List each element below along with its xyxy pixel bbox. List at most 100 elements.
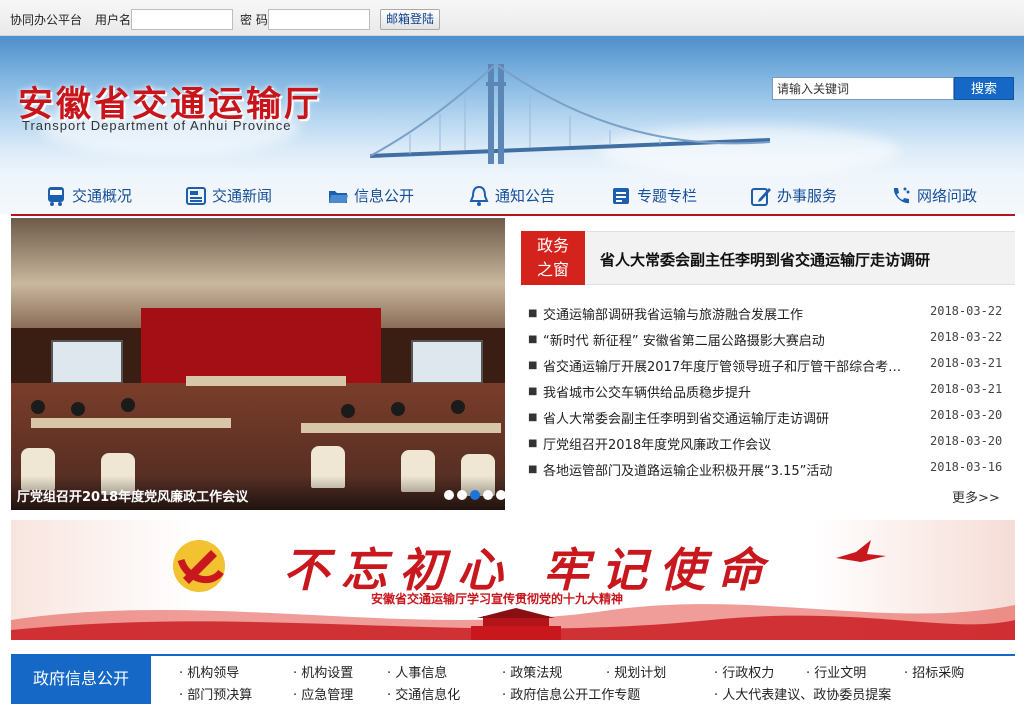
gov-link-label: 交通信息化	[395, 688, 461, 703]
username-label: 用户名	[95, 13, 132, 27]
newspaper-icon	[186, 187, 206, 205]
theme-banner[interactable]: 不忘初心 牢记使命 安徽省交通运输厅学习宣传贯彻党的十九大精神	[11, 520, 1015, 640]
slide-photo-screen	[51, 340, 123, 384]
bus-icon	[48, 187, 64, 206]
slide-photo-person	[451, 400, 465, 414]
bullet-icon: ■	[528, 386, 538, 397]
username-input[interactable]	[131, 9, 233, 30]
news-item[interactable]: ■ 省人大常委会副主任李明到省交通运输厅走访调研 2018-03-20	[528, 408, 1006, 428]
gov-link[interactable]: · 政府信息公开工作专题	[502, 684, 640, 703]
slide-photo-person	[71, 402, 85, 416]
news-title[interactable]: 各地运管部门及道路运输企业积极开展“3.15”活动	[543, 460, 903, 479]
slide-dot[interactable]	[457, 490, 467, 500]
gov-link-label: 行政权力	[722, 666, 775, 681]
bridge-illustration	[370, 63, 770, 164]
bullet-icon: ■	[528, 360, 538, 371]
news-date: 2018-03-20	[930, 434, 1003, 448]
gov-link[interactable]: · 政策法规	[502, 662, 562, 681]
nav-label: 专题专栏	[637, 187, 698, 205]
slide-photo-person	[121, 398, 135, 412]
news-title[interactable]: 省交通运输厅开展2017年度厅管领导班子和厅管干部综合考核工作	[543, 356, 903, 375]
site-header: 安徽省交通运输厅 Transport Department of Anhui P…	[0, 36, 1024, 214]
news-title[interactable]: 省人大常委会副主任李明到省交通运输厅走访调研	[543, 408, 903, 427]
header-divider	[11, 214, 1015, 216]
news-title[interactable]: 厅党组召开2018年度党风廉政工作会议	[543, 434, 903, 453]
gov-info-links: · 机构领导 · 机构设置 · 人事信息 · 政策法规 · 规划计划 · 行政权…	[151, 654, 1015, 704]
gov-link-label: 政府信息公开工作专题	[510, 688, 641, 703]
banner-subline: 安徽省交通运输厅学习宣传贯彻党的十九大精神	[371, 592, 624, 606]
gov-link-label: 机构设置	[301, 666, 354, 681]
news-date: 2018-03-21	[930, 356, 1003, 370]
news-slideshow[interactable]: 厅党组召开2018年度党风廉政工作会议	[11, 218, 505, 510]
slide-photo-table	[186, 376, 346, 386]
slide-photo-person	[391, 402, 405, 416]
news-date: 2018-03-22	[930, 304, 1003, 318]
edit-icon	[751, 188, 771, 206]
nav-label: 网络问政	[917, 187, 978, 205]
gov-link-label: 部门预决算	[187, 688, 253, 703]
news-item[interactable]: ■ 厅党组召开2018年度党风廉政工作会议 2018-03-20	[528, 434, 1006, 454]
news-section-label-line2: 之窗	[536, 260, 569, 279]
slide-dot[interactable]	[444, 490, 454, 500]
gov-link[interactable]: · 招标采购	[904, 662, 964, 681]
gov-link[interactable]: · 应急管理	[293, 684, 353, 703]
nav-label: 通知公告	[495, 187, 556, 205]
news-item[interactable]: ■ 省交通运输厅开展2017年度厅管领导班子和厅管干部综合考核工作 2018-03-…	[528, 356, 1006, 376]
bullet-icon: ■	[528, 464, 538, 475]
news-item[interactable]: ■ “新时代 新征程” 安徽省第二届公路摄影大赛启动 2018-03-22	[528, 330, 1006, 350]
main-nav: 交通概况 交通新闻 信息公开 通知公告 专题专栏 办事服务 网络问政	[30, 182, 1010, 210]
search-button[interactable]: 搜索	[954, 77, 1014, 100]
news-item[interactable]: ■ 交通运输部调研我省运输与旅游融合发展工作 2018-03-22	[528, 304, 1006, 324]
search-input[interactable]	[772, 77, 954, 100]
nav-label: 办事服务	[777, 187, 838, 205]
slide-photo-person	[341, 404, 355, 418]
news-item[interactable]: ■ 我省城市公交车辆供给品质稳步提升 2018-03-21	[528, 382, 1006, 402]
slide-photo-person	[31, 400, 45, 414]
gov-link-label: 人大代表建议、政协委员提案	[722, 688, 892, 703]
phone-icon	[893, 187, 910, 204]
gov-link[interactable]: · 部门预决算	[179, 684, 252, 703]
gov-info-label[interactable]: 政府信息公开	[11, 654, 151, 704]
gov-link-label: 人事信息	[395, 666, 448, 681]
mail-login-button[interactable]: 邮箱登陆	[380, 9, 440, 30]
bullet-icon: ■	[528, 308, 538, 319]
gov-link-label: 机构领导	[187, 666, 240, 681]
slide-photo-screen	[411, 340, 483, 384]
gov-link[interactable]: · 交通信息化	[387, 684, 460, 703]
gov-link-label: 政策法规	[510, 666, 563, 681]
news-item[interactable]: ■ 各地运管部门及道路运输企业积极开展“3.15”活动 2018-03-16	[528, 460, 1006, 480]
gov-link[interactable]: · 人大代表建议、政协委员提案	[714, 684, 891, 703]
more-link[interactable]: 更多>>	[952, 487, 1000, 506]
platform-label[interactable]: 协同办公平台	[10, 11, 82, 28]
tiananmen-illustration	[471, 608, 561, 640]
slide-dot[interactable]	[496, 490, 505, 500]
password-input[interactable]	[268, 9, 370, 30]
news-section-label-line1: 政务	[536, 236, 569, 255]
news-date: 2018-03-22	[930, 330, 1003, 344]
news-date: 2018-03-16	[930, 460, 1003, 474]
nav-label: 交通概况	[72, 187, 133, 205]
bullet-icon: ■	[528, 438, 538, 449]
headline-link[interactable]: 省人大常委会副主任李明到省交通运输厅走访调研	[600, 249, 930, 270]
gov-link[interactable]: · 机构领导	[179, 662, 239, 681]
gov-link-label: 应急管理	[301, 688, 354, 703]
gov-link[interactable]: · 行业文明	[806, 662, 866, 681]
slide-dot-active[interactable]	[470, 490, 480, 500]
gov-link[interactable]: · 人事信息	[387, 662, 447, 681]
news-title[interactable]: “新时代 新征程” 安徽省第二届公路摄影大赛启动	[543, 330, 903, 349]
top-bar: 协同办公平台 用户名 密 码 邮箱登陆	[0, 0, 1024, 36]
gov-link-label: 规划计划	[614, 666, 667, 681]
slide-photo-table	[31, 418, 231, 428]
party-emblem-icon	[173, 540, 225, 592]
gov-link[interactable]: · 机构设置	[293, 662, 353, 681]
news-date: 2018-03-20	[930, 408, 1003, 422]
news-title[interactable]: 交通运输部调研我省运输与旅游融合发展工作	[543, 304, 903, 323]
gov-link-label: 行业文明	[814, 666, 867, 681]
news-title[interactable]: 我省城市公交车辆供给品质稳步提升	[543, 382, 903, 401]
slide-caption[interactable]: 厅党组召开2018年度党风廉政工作会议	[17, 486, 248, 505]
gov-link[interactable]: · 行政权力	[714, 662, 774, 681]
slide-dot[interactable]	[483, 490, 493, 500]
gov-link-label: 招标采购	[912, 666, 965, 681]
gov-link[interactable]: · 规划计划	[606, 662, 666, 681]
dove-icon	[836, 540, 886, 562]
